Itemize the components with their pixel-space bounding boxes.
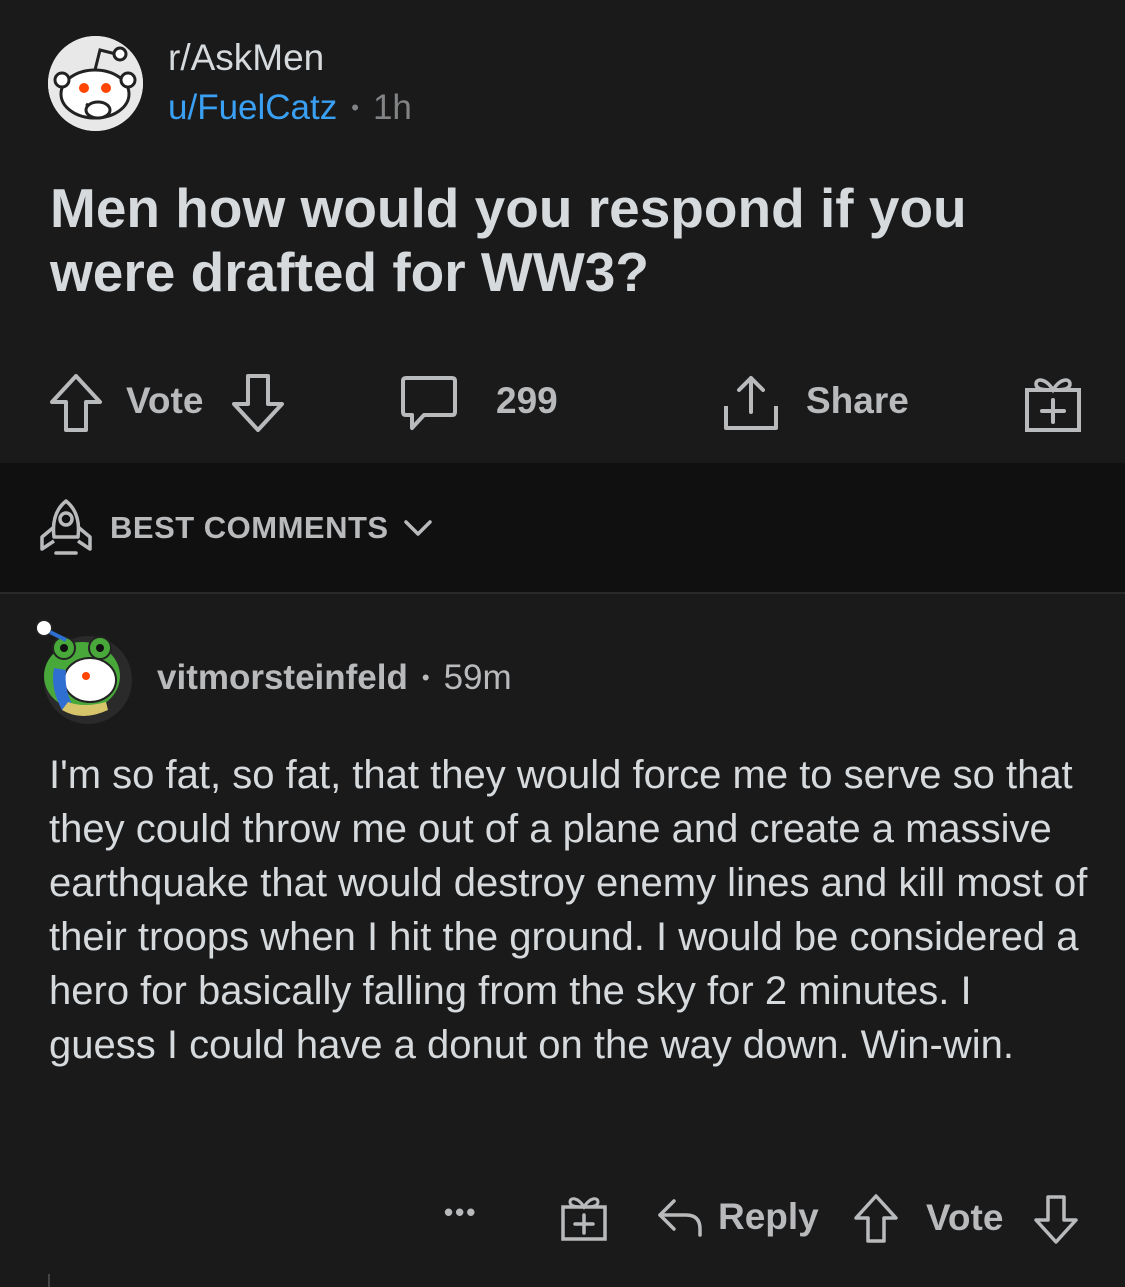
subreddit-name[interactable]: r/AskMen: [168, 36, 324, 80]
chevron-down-icon: [403, 520, 432, 536]
post-title[interactable]: Men how would you respond if you were dr…: [50, 176, 1050, 304]
commenter-avatar[interactable]: [36, 618, 132, 724]
post-age: 1h: [372, 88, 412, 127]
meta-separator: •: [421, 665, 430, 690]
reply-arrow-icon: [658, 1199, 702, 1237]
arrow-up-icon: [50, 374, 102, 432]
vote-label: Vote: [126, 380, 204, 421]
comment-upvote-button[interactable]: [852, 1193, 900, 1245]
speech-bubble-icon: [401, 376, 457, 430]
gift-icon: [561, 1197, 607, 1241]
comments-button[interactable]: [400, 374, 458, 432]
upvote-button[interactable]: [48, 372, 104, 434]
more-options-button[interactable]: •••: [444, 1197, 477, 1228]
comment-meta: vitmorsteinfeld • 59m: [157, 656, 512, 700]
sort-selector[interactable]: BEST COMMENTS: [36, 497, 433, 559]
subreddit-avatar[interactable]: [48, 36, 143, 131]
downvote-button[interactable]: [230, 372, 286, 434]
comment-action-bar: ••• Reply Vote: [0, 1191, 1125, 1251]
comment-count: 299: [496, 380, 558, 421]
reply-label: Reply: [718, 1196, 819, 1237]
share-label: Share: [806, 380, 909, 421]
snoo-icon: [48, 36, 143, 131]
comment-body: I'm so fat, so fat, that they would forc…: [49, 753, 1088, 1067]
post-card: r/AskMen u/FuelCatz • 1h Men how would y…: [0, 0, 1125, 463]
meta-separator: •: [351, 95, 359, 120]
frog-hat-snoo-icon: [36, 619, 132, 724]
arrow-down-icon: [232, 374, 284, 432]
rocket-icon: [40, 499, 92, 555]
arrow-up-icon: [854, 1194, 898, 1243]
award-button[interactable]: [1024, 372, 1082, 434]
post-meta: u/FuelCatz • 1h: [168, 86, 412, 130]
sort-label: BEST COMMENTS: [110, 510, 389, 545]
share-icon: [724, 376, 778, 430]
comment: vitmorsteinfeld • 59m I'm so fat, so fat…: [0, 596, 1125, 1287]
comment-age: 59m: [443, 658, 512, 697]
comment-downvote-button[interactable]: [1032, 1193, 1080, 1245]
gift-icon: [1025, 378, 1081, 432]
arrow-down-icon: [1034, 1195, 1078, 1244]
post-action-bar: Vote 299 Share: [0, 368, 1125, 440]
comment-vote-label: Vote: [926, 1197, 1004, 1238]
comment-author[interactable]: vitmorsteinfeld: [157, 656, 408, 700]
share-button[interactable]: [722, 372, 780, 434]
thread-line: [48, 1274, 50, 1287]
reply-button[interactable]: Reply: [656, 1195, 819, 1239]
comment-sort-bar[interactable]: BEST COMMENTS: [0, 463, 1125, 594]
post-author[interactable]: u/FuelCatz: [168, 86, 337, 130]
comment-award-button[interactable]: [560, 1193, 608, 1243]
